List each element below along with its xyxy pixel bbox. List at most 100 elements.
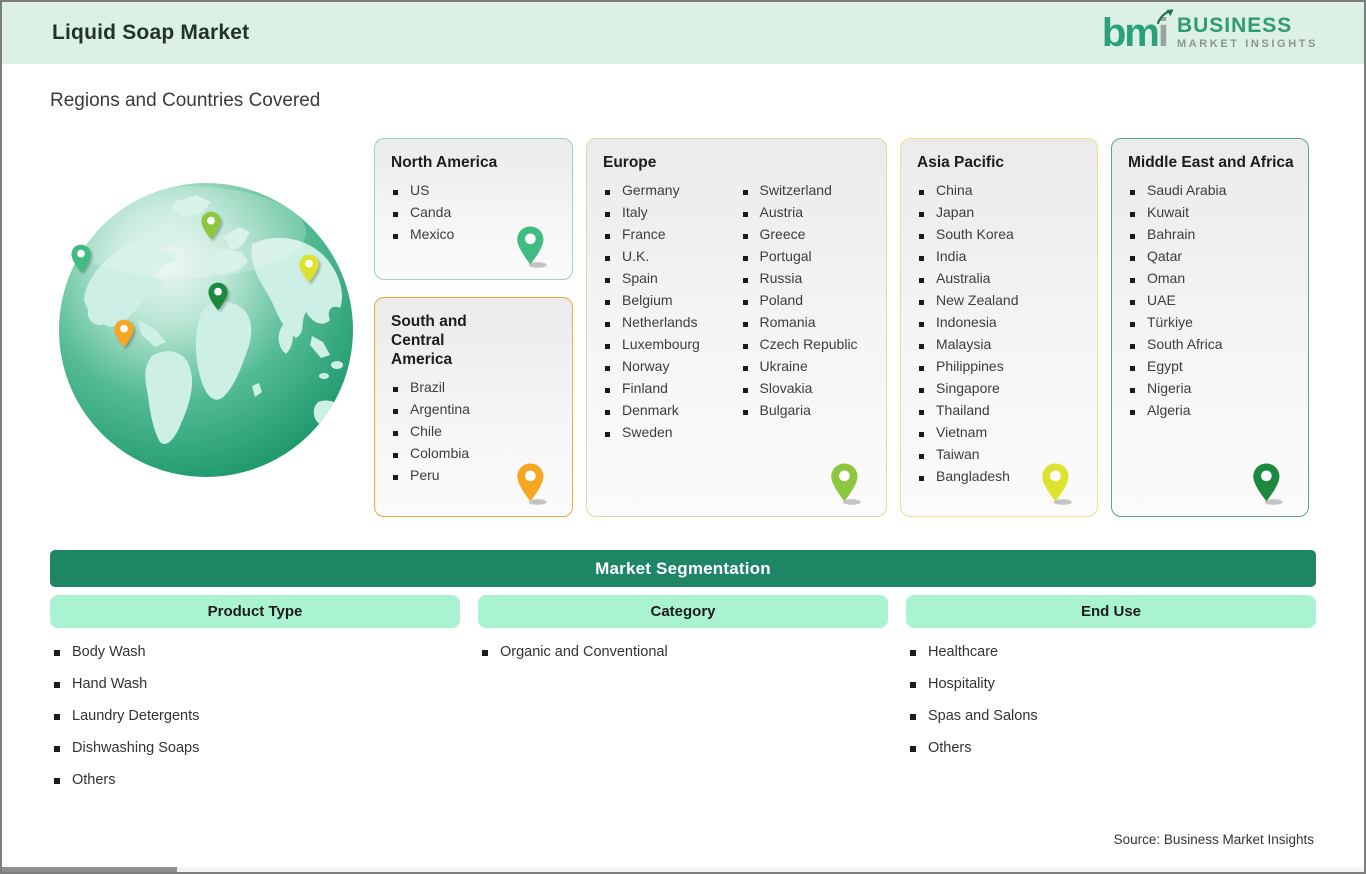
- segment-item: Hospitality: [910, 676, 1316, 708]
- country-item-label: Netherlands: [622, 314, 698, 330]
- country-item: Ukraine: [742, 358, 873, 380]
- country-item: Bulgaria: [742, 402, 873, 424]
- country-item-label: Singapore: [936, 380, 1000, 396]
- bullet-icon: [742, 410, 748, 415]
- country-item-label: Qatar: [1147, 248, 1183, 264]
- segment-item: Spas and Salons: [910, 708, 1316, 740]
- segment-item: Hand Wash: [54, 676, 460, 708]
- country-item-label: Austria: [759, 204, 804, 220]
- country-item-label: Luxembourg: [622, 336, 700, 352]
- region-title: Asia Pacific: [917, 154, 1005, 171]
- bullet-icon: [919, 256, 924, 261]
- segment-item: Others: [54, 772, 460, 804]
- bullet-icon: [54, 746, 60, 752]
- country-item-label: South Africa: [1147, 336, 1223, 352]
- country-item: Norway: [605, 358, 735, 380]
- country-item: Finland: [605, 380, 735, 402]
- country-item: Denmark: [605, 402, 735, 424]
- bullet-icon: [605, 322, 610, 327]
- content-area: Regions and Countries Covered North Amer…: [2, 90, 1364, 804]
- bullet-icon: [393, 453, 398, 458]
- map-pin-icon: [517, 226, 547, 268]
- regions-row: North America US Canda Mexico South and Ce…: [50, 138, 1316, 517]
- country-item-label: Peru: [410, 467, 440, 483]
- country-item-label: Norway: [622, 358, 670, 374]
- country-item: Poland: [742, 292, 873, 314]
- segment-item-label: Others: [928, 740, 972, 756]
- country-item: Oman: [1130, 270, 1294, 292]
- bullet-icon: [742, 256, 748, 261]
- segment-header-end-use: End Use: [906, 595, 1316, 628]
- bullet-icon: [910, 682, 916, 688]
- country-item: South Africa: [1130, 336, 1294, 358]
- country-item-label: Russia: [759, 270, 803, 286]
- bullet-icon: [605, 388, 610, 393]
- bullet-icon: [1130, 388, 1135, 393]
- page-title: Liquid Soap Market: [52, 21, 250, 44]
- map-pin-icon: [201, 211, 221, 240]
- bullet-icon: [742, 278, 748, 283]
- bullet-icon: [393, 387, 398, 392]
- map-pin-icon: [208, 282, 228, 311]
- segmentation-title-bar: Market Segmentation: [50, 550, 1316, 587]
- bullet-icon: [605, 344, 610, 349]
- country-item-label: Belgium: [622, 292, 673, 308]
- bullet-icon: [919, 366, 924, 371]
- segment-item-label: Hospitality: [928, 676, 995, 692]
- country-item-label: U.K.: [622, 248, 650, 264]
- region-box-south-central-america: South and Central America Brazil Argentin…: [374, 297, 573, 517]
- country-item: Switzerland: [742, 182, 873, 204]
- bullet-icon: [1130, 322, 1135, 327]
- segment-item-label: Body Wash: [72, 644, 146, 660]
- country-item-label: Oman: [1147, 270, 1186, 286]
- bullet-icon: [910, 714, 916, 720]
- header-bar: Liquid Soap Market bmi BUSINESS MARKET I…: [2, 2, 1364, 64]
- globe-column: [50, 138, 361, 517]
- bullet-icon: [910, 650, 916, 656]
- country-item: France: [605, 226, 735, 248]
- country-item-label: US: [410, 182, 430, 198]
- country-item-label: Italy: [622, 204, 648, 220]
- country-item-label: Greece: [759, 226, 806, 242]
- country-item: Egypt: [1130, 358, 1294, 380]
- bullet-icon: [605, 278, 610, 283]
- country-item: Brazil: [393, 379, 558, 401]
- segment-item: Laundry Detergents: [54, 708, 460, 740]
- country-item-label: Thailand: [936, 402, 990, 418]
- bullet-icon: [605, 432, 610, 437]
- bullet-icon: [393, 475, 398, 480]
- bullet-icon: [54, 714, 60, 720]
- map-pin-icon: [1253, 463, 1283, 505]
- globe-graphic: [56, 180, 356, 480]
- bullet-icon: [919, 344, 924, 349]
- bullet-icon: [393, 234, 398, 239]
- country-item: Portugal: [742, 248, 873, 270]
- bullet-icon: [54, 650, 60, 656]
- country-item: Austria: [742, 204, 873, 226]
- segment-item-label: Organic and Conventional: [500, 644, 668, 660]
- country-item-label: France: [622, 226, 666, 242]
- horizontal-scrollbar[interactable]: [2, 867, 1364, 872]
- country-item: Algeria: [1130, 402, 1294, 424]
- logo-arrow-icon: [1156, 9, 1174, 25]
- country-item: Spain: [605, 270, 735, 292]
- segment-item-label: Spas and Salons: [928, 708, 1038, 724]
- segment-item: Organic and Conventional: [482, 644, 888, 676]
- country-item: Belgium: [605, 292, 735, 314]
- country-item-label: Algeria: [1147, 402, 1191, 418]
- bullet-icon: [54, 682, 60, 688]
- bullet-icon: [605, 256, 610, 261]
- country-item: Romania: [742, 314, 873, 336]
- scrollbar-thumb[interactable]: [2, 867, 177, 872]
- bullet-icon: [605, 410, 610, 415]
- bullet-icon: [919, 322, 924, 327]
- region-box-asia-pacific: Asia Pacific China Japan South Korea India A…: [900, 138, 1098, 517]
- country-item: Türkiye: [1130, 314, 1294, 336]
- segmentation-headers: Product Type Category End Use: [50, 595, 1316, 628]
- segment-item: Dishwashing Soaps: [54, 740, 460, 772]
- country-item: Japan: [919, 204, 1083, 226]
- segment-item-label: Healthcare: [928, 644, 999, 660]
- country-item: Australia: [919, 270, 1083, 292]
- segment-item-label: Hand Wash: [72, 676, 148, 692]
- bullet-icon: [742, 300, 748, 305]
